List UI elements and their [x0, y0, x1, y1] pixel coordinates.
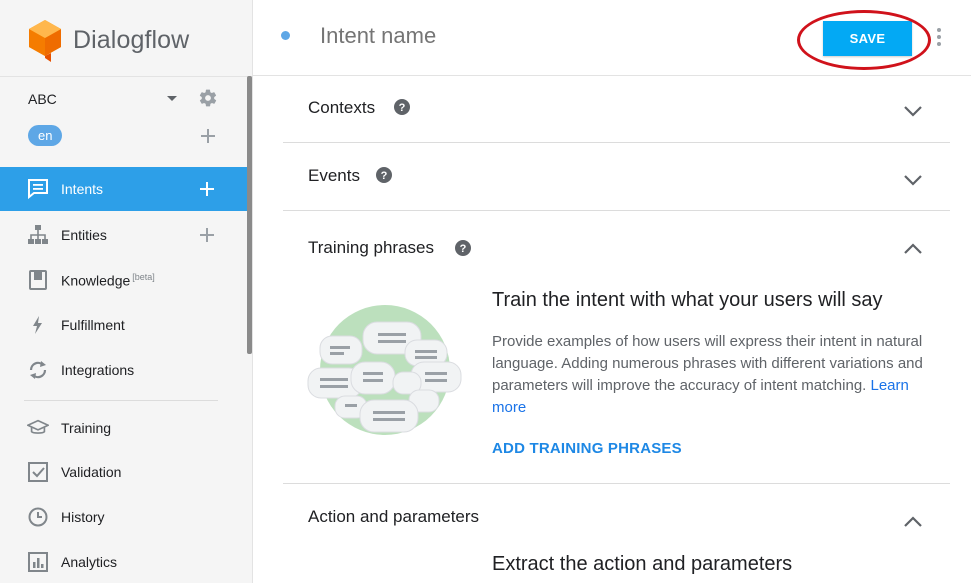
logo[interactable]: Dialogflow — [27, 18, 189, 62]
status-dot — [281, 31, 290, 40]
divider — [24, 400, 218, 401]
training-description: Provide examples of how users will expre… — [492, 331, 932, 419]
add-intent-icon[interactable] — [199, 181, 215, 197]
sidebar-item-label: Knowledge [beta] — [61, 272, 155, 289]
sidebar-item-intents[interactable]: Intents — [0, 167, 247, 211]
sidebar-item-analytics[interactable]: Analytics — [0, 540, 247, 583]
sidebar-scrollbar[interactable] — [247, 76, 252, 354]
help-icon[interactable]: ? — [455, 240, 471, 256]
action-heading: Extract the action and parameters — [492, 553, 793, 575]
sidebar-item-integrations[interactable]: Integrations — [0, 348, 247, 392]
sidebar-item-label: Entities — [61, 227, 107, 243]
sitemap-icon — [27, 224, 49, 246]
add-training-phrases-button[interactable]: ADD TRAINING PHRASES — [492, 440, 682, 457]
language-badge[interactable]: en — [28, 125, 63, 146]
training-description-text: Provide examples of how users will expre… — [492, 333, 923, 394]
section-title: Contexts — [308, 98, 376, 117]
chevron-down-icon[interactable] — [903, 105, 923, 117]
knowledge-label: Knowledge — [61, 272, 131, 289]
more-vert-icon[interactable] — [936, 27, 942, 47]
intent-name-input[interactable]: Intent name — [320, 23, 436, 49]
sidebar-item-label: Training — [61, 420, 112, 436]
lightning-icon — [27, 314, 49, 336]
svg-text:?: ? — [399, 102, 406, 114]
sidebar-item-label: Fulfillment — [61, 317, 125, 333]
book-icon — [27, 269, 49, 291]
gear-icon[interactable] — [198, 88, 218, 108]
dialogflow-logo-icon — [29, 20, 61, 62]
intent-header: Intent name SAVE — [253, 0, 971, 76]
sidebar: Dialogflow ABC en Intents Entities Knowl… — [0, 0, 253, 583]
add-language-icon[interactable] — [200, 128, 216, 144]
section-contexts[interactable]: Contexts ? — [283, 77, 950, 143]
sidebar-item-label: Intents — [61, 181, 104, 197]
svg-text:?: ? — [460, 243, 467, 255]
add-entity-icon[interactable] — [199, 227, 215, 243]
sidebar-item-fulfillment[interactable]: Fulfillment — [0, 303, 247, 347]
help-icon[interactable]: ? — [394, 99, 410, 115]
divider — [0, 76, 253, 77]
clock-icon — [27, 506, 49, 528]
section-title: Training phrases — [308, 238, 434, 257]
graduation-cap-icon — [27, 417, 49, 439]
speech-bubbles-illustration — [307, 305, 462, 435]
sidebar-item-history[interactable]: History — [0, 495, 247, 539]
logo-text: Dialogflow — [73, 25, 190, 54]
agent-selector[interactable]: ABC — [28, 91, 57, 107]
caret-down-icon[interactable] — [166, 92, 178, 104]
section-events[interactable]: Events ? — [283, 143, 950, 211]
sidebar-item-validation[interactable]: Validation — [0, 450, 247, 494]
training-heading: Train the intent with what your users wi… — [492, 289, 883, 311]
save-button[interactable]: SAVE — [823, 21, 912, 56]
chevron-up-icon[interactable] — [903, 243, 923, 255]
chat-bubble-icon — [27, 178, 49, 200]
sidebar-item-label: History — [61, 509, 105, 525]
sidebar-item-training[interactable]: Training — [0, 406, 247, 450]
sync-icon — [27, 359, 49, 381]
bar-chart-icon — [27, 551, 49, 573]
sidebar-item-label: Integrations — [61, 362, 135, 378]
svg-text:?: ? — [381, 170, 388, 182]
chevron-down-icon[interactable] — [903, 174, 923, 186]
checkbox-icon — [27, 461, 49, 483]
section-title: Action and parameters — [308, 507, 480, 526]
beta-tag: [beta] — [132, 271, 155, 282]
sidebar-item-knowledge[interactable]: Knowledge [beta] — [0, 258, 247, 302]
section-title: Events — [308, 166, 360, 185]
sidebar-item-label: Analytics — [61, 554, 118, 570]
sidebar-item-label: Validation — [61, 464, 122, 480]
chevron-up-icon[interactable] — [903, 516, 923, 528]
help-icon[interactable]: ? — [376, 167, 392, 183]
sidebar-item-entities[interactable]: Entities — [0, 213, 247, 257]
